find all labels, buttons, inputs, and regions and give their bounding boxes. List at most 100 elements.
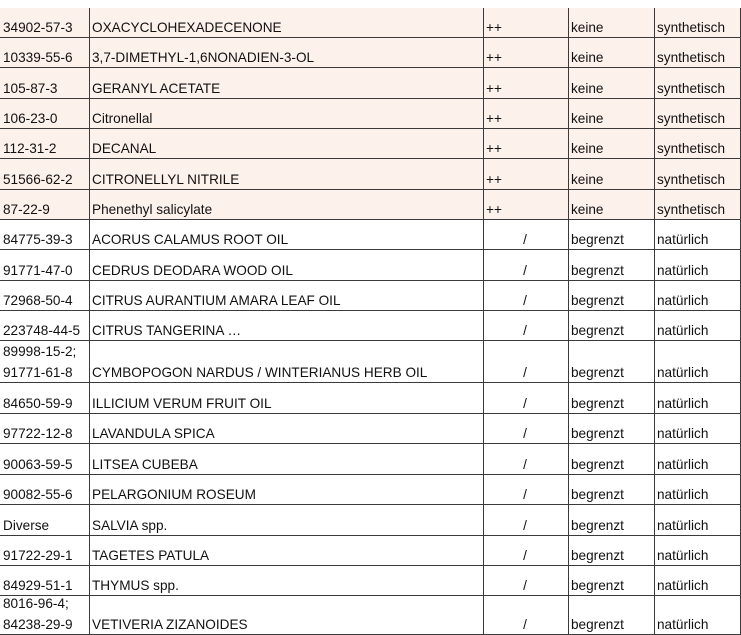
cas-number-text: 84775-39-3 [3, 232, 73, 247]
origin-cell: natürlich [654, 444, 741, 475]
cas-number-text: 84929-51-1 [3, 578, 73, 593]
cas-number-text: 90063-59-5 [3, 457, 73, 472]
origin-cell: synthetisch [654, 99, 741, 129]
origin-cell: natürlich [654, 383, 741, 414]
ingredient-name-cell-text: PELARGONIUM ROSEUM [92, 487, 256, 502]
ingredient-name-cell-text: CYMBOPOGON NARDUS / WINTERIANUS HERB OIL [92, 365, 428, 380]
rating-cell-text: ++ [486, 141, 502, 156]
cas-number-cell: 91722-29-1 [0, 536, 89, 566]
origin-cell: natürlich [654, 566, 741, 596]
origin-cell: synthetisch [654, 190, 741, 220]
rating-cell-text: / [523, 487, 527, 502]
cas-number-text: 106-23-0 [3, 111, 58, 126]
origin-cell-text: natürlich [657, 365, 709, 380]
cas-number-text: 87-22-9 [3, 202, 50, 217]
restriction-cell-text: begrenzt [571, 426, 624, 441]
cas-number-cell: 51566-62-2 [0, 159, 89, 190]
origin-cell-text: natürlich [657, 426, 709, 441]
rating-cell-text: / [523, 263, 527, 278]
table-row: 89998-15-2; 91771-61-8 CYMBOPOGON NARDUS /… [0, 341, 741, 383]
restriction-cell-text: begrenzt [571, 365, 624, 380]
rating-cell-text: / [523, 396, 527, 411]
origin-cell-text: natürlich [657, 518, 709, 533]
origin-cell: synthetisch [654, 8, 741, 38]
cas-number-cell: 84650-59-9 [0, 383, 89, 414]
table-row: 87-22-9 Phenethyl salicylate ++ keine synthe… [0, 190, 741, 220]
ingredient-name-cell-text: 3,7-DIMETHYL-1,6NONADIEN-3-OL [92, 50, 315, 65]
ingredient-name-cell: CEDRUS DEODARA WOOD OIL [89, 250, 483, 281]
restriction-cell-text: keine [571, 20, 604, 35]
cas-number-cell: 87-22-9 [0, 190, 89, 220]
cas-number-cell: 91771-47-0 [0, 250, 89, 281]
restriction-cell-text: begrenzt [571, 232, 624, 247]
restriction-cell-text: begrenzt [571, 396, 624, 411]
table-row: 10339-55-6 3,7-DIMETHYL-1,6NONADIEN-3-OL +… [0, 38, 741, 68]
rating-cell-text: / [523, 426, 527, 441]
origin-cell-text: natürlich [657, 323, 709, 338]
ingredient-name-cell-text: CITRUS AURANTIUM AMARA LEAF OIL [92, 293, 341, 308]
table-row: 90063-59-5 LITSEA CUBEBA / begrenzt natürlic… [0, 444, 741, 475]
ingredient-name-cell: TAGETES PATULA [89, 536, 483, 566]
ingredient-name-cell-text: LAVANDULA SPICA [92, 426, 215, 441]
restriction-cell-text: keine [571, 111, 604, 126]
rating-cell-text: ++ [486, 20, 502, 35]
table-row: 72968-50-4 CITRUS AURANTIUM AMARA LEAF OI… [0, 281, 741, 311]
restriction-cell-text: begrenzt [571, 518, 624, 533]
rating-cell: / [483, 383, 568, 414]
ingredient-name-cell: Phenethyl salicylate [89, 190, 483, 220]
ingredient-name-cell-text: ILLICIUM VERUM FRUIT OIL [92, 396, 272, 411]
restriction-cell-text: begrenzt [571, 263, 624, 278]
cas-number-text: 84650-59-9 [3, 396, 73, 411]
ingredient-name-cell: DECANAL [89, 129, 483, 159]
rating-cell-text: / [523, 578, 527, 593]
origin-cell-text: natürlich [657, 578, 709, 593]
ingredient-name-cell: CITRONELLYL NITRILE [89, 159, 483, 190]
rating-cell-text: / [523, 232, 527, 247]
rating-cell-text: / [523, 457, 527, 472]
rating-cell: / [483, 220, 568, 250]
ingredient-name-cell: OXACYCLOHEXADECENONE [89, 8, 483, 38]
origin-cell: synthetisch [654, 159, 741, 190]
table-row: 105-87-3 GERANYL ACETATE ++ keine synthetisc… [0, 68, 741, 99]
rating-cell-text: / [523, 617, 527, 632]
table-row: 112-31-2 DECANAL ++ keine synthetisch [0, 129, 741, 159]
cas-number-text: 34902-57-3 [3, 20, 73, 35]
rating-cell: / [483, 414, 568, 444]
restriction-cell-text: keine [571, 141, 604, 156]
restriction-cell: begrenzt [568, 566, 654, 596]
rating-cell-text: / [523, 293, 527, 308]
cas-number-cell: 8016-96-4; 84238-29-9 [0, 596, 89, 635]
origin-cell: synthetisch [654, 38, 741, 68]
table-row: 223748-44-5 CITRUS TANGERINA … / begrenzt na… [0, 311, 741, 341]
rating-cell-text: ++ [486, 111, 502, 126]
ingredient-name-cell: LITSEA CUBEBA [89, 444, 483, 475]
restriction-cell: begrenzt [568, 383, 654, 414]
table-row: 51566-62-2 CITRONELLYL NITRILE ++ keine synt… [0, 159, 741, 190]
cas-number-text: 91722-29-1 [3, 548, 73, 563]
ingredient-name-cell-text: CITRONELLYL NITRILE [92, 172, 240, 187]
rating-cell: ++ [483, 99, 568, 129]
restriction-cell: begrenzt [568, 341, 654, 383]
origin-cell-text: natürlich [657, 617, 709, 632]
origin-cell: natürlich [654, 414, 741, 444]
rating-cell-text: ++ [486, 81, 502, 96]
cas-number-cell: Diverse [0, 505, 89, 536]
rating-cell-text: / [523, 323, 527, 338]
restriction-cell-text: keine [571, 50, 604, 65]
cas-number-text: 90082-55-6 [3, 487, 73, 502]
restriction-cell: keine [568, 129, 654, 159]
table-row: 106-23-0 Citronellal ++ keine synthetisch [0, 99, 741, 129]
rating-cell-text: ++ [486, 50, 502, 65]
restriction-cell: keine [568, 99, 654, 129]
cas-number-text: 51566-62-2 [3, 172, 73, 187]
restriction-cell-text: keine [571, 81, 604, 96]
table-row: 97722-12-8 LAVANDULA SPICA / begrenzt natürl… [0, 414, 741, 444]
ingredient-name-cell: 3,7-DIMETHYL-1,6NONADIEN-3-OL [89, 38, 483, 68]
ingredient-name-cell-text: CITRUS TANGERINA … [92, 323, 242, 338]
cas-number-cell: 105-87-3 [0, 68, 89, 99]
restriction-cell-text: begrenzt [571, 548, 624, 563]
ingredient-name-cell-text: Phenethyl salicylate [92, 202, 213, 217]
origin-cell-text: natürlich [657, 457, 709, 472]
restriction-cell: keine [568, 38, 654, 68]
restriction-cell: begrenzt [568, 281, 654, 311]
